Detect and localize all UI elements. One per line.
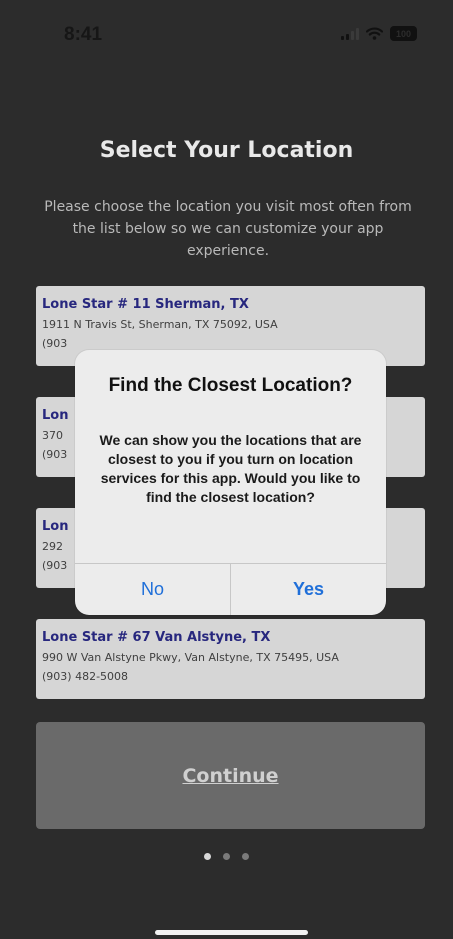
cellular-signal-icon [341, 27, 359, 40]
no-button[interactable]: No [75, 564, 230, 615]
location-phone: (903 [42, 337, 68, 350]
location-select-screen: 8:41 100 Select Your Location Please cho… [0, 0, 453, 939]
continue-button[interactable]: Continue [36, 722, 425, 829]
battery-icon: 100 [390, 26, 417, 41]
intro-text: Please choose the location you visit mos… [44, 199, 412, 259]
location-address: 1911 N Travis St, Sherman, TX 75092, USA [42, 318, 278, 331]
page-title: Select Your Location [99, 138, 354, 163]
page-dot-active[interactable] [204, 853, 211, 860]
alert-title: Find the Closest Location? [108, 375, 353, 396]
status-icons: 100 [341, 26, 417, 41]
status-bar: 8:41 100 [0, 0, 453, 64]
location-phone: (903) 482-5008 [42, 670, 129, 683]
wifi-icon [366, 27, 383, 40]
battery-level: 100 [395, 28, 412, 39]
alert-message: We can show you the locations that are c… [99, 432, 362, 505]
location-name: Lone Star # 11 Sherman, TX [42, 297, 249, 312]
page-indicator [0, 853, 453, 860]
status-time: 8:41 [64, 24, 103, 45]
page-dot[interactable] [223, 853, 230, 860]
location-address: 990 W Van Alstyne Pkwy, Van Alstyne, TX … [42, 651, 339, 664]
location-card[interactable]: Lone Star # 67 Van Alstyne, TX 990 W Van… [36, 619, 425, 699]
continue-label: Continue [182, 764, 279, 787]
home-indicator[interactable] [155, 930, 308, 935]
yes-button[interactable]: Yes [231, 564, 386, 615]
location-name: Lone Star # 67 Van Alstyne, TX [42, 630, 271, 645]
location-permission-alert: Find the Closest Location? We can show y… [75, 350, 386, 615]
page-dot[interactable] [242, 853, 249, 860]
